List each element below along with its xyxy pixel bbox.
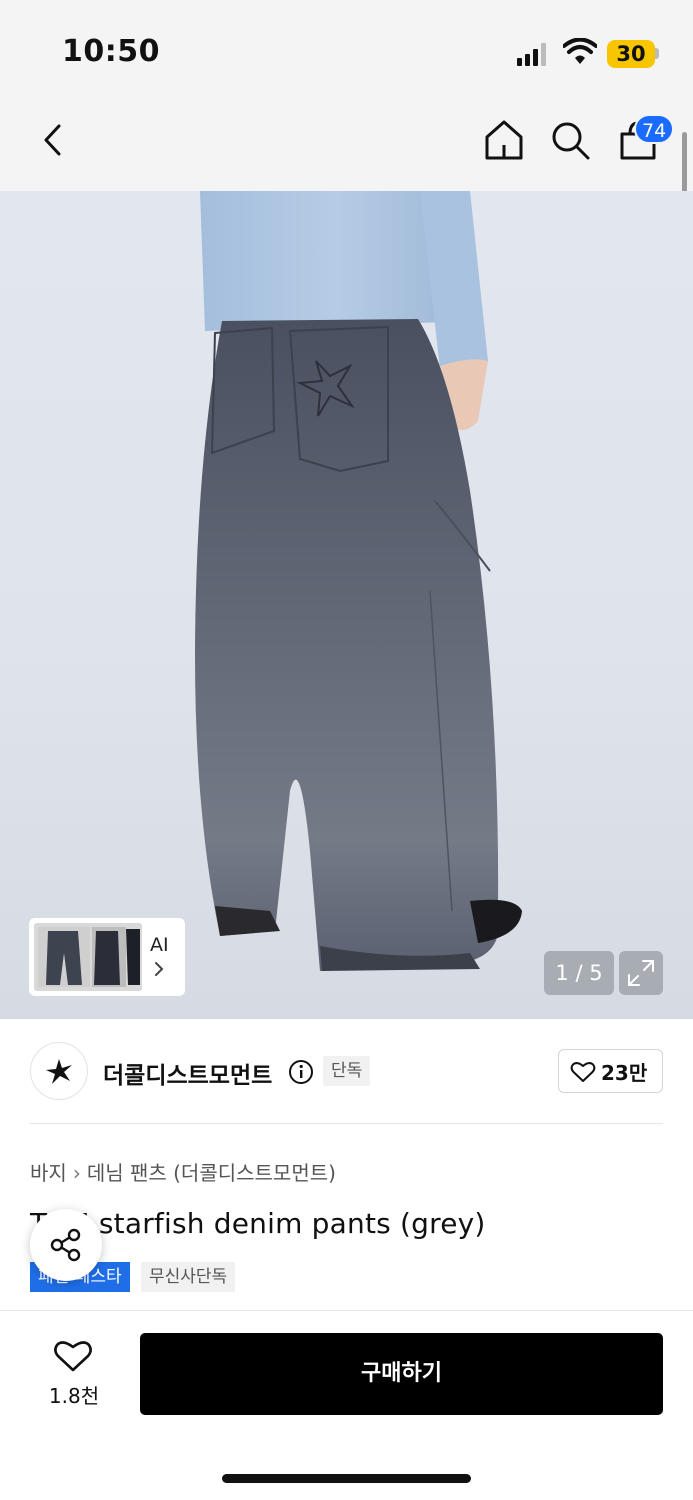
chevron-left-icon[interactable] <box>30 116 78 164</box>
battery-cap <box>655 48 659 59</box>
home-indicator[interactable] <box>222 1474 471 1483</box>
search-icon[interactable] <box>548 118 592 162</box>
ai-similar-thumbnail[interactable] <box>34 923 142 991</box>
heart-icon[interactable] <box>570 1060 596 1084</box>
tag-musinsa-exclusive: 무신사단독 <box>141 1262 236 1292</box>
product-image-gallery[interactable] <box>0 191 693 1019</box>
home-icon[interactable] <box>482 118 526 162</box>
battery-level: 30 <box>616 42 646 66</box>
brand-name[interactable]: 더콜디스트모먼트 <box>103 1056 272 1090</box>
image-pager: 1 / 5 <box>544 951 614 995</box>
expand-button[interactable] <box>619 951 663 995</box>
starfish-logo-icon <box>46 1059 72 1084</box>
share-icon[interactable] <box>48 1227 84 1263</box>
status-bar: 10:50 30 <box>0 0 693 100</box>
divider <box>30 1123 663 1124</box>
breadcrumb-item-denim[interactable]: 데님 팬츠 (더콜디스트모먼트) <box>87 1161 336 1185</box>
ai-label[interactable]: AI <box>150 934 169 956</box>
breadcrumb: 바지 › 데님 팬츠 (더콜디스트모먼트) <box>30 1157 336 1186</box>
brand-logo[interactable] <box>30 1042 88 1100</box>
brand-like-count[interactable]: 23만 <box>601 1057 647 1086</box>
expand-icon <box>628 960 654 986</box>
buy-button[interactable]: 구매하기 <box>140 1333 663 1415</box>
divider <box>0 1310 693 1311</box>
breadcrumb-item-pants[interactable]: 바지 <box>30 1161 67 1185</box>
exclusive-tag: 단독 <box>323 1056 371 1086</box>
wishlist-heart-icon[interactable] <box>53 1338 93 1374</box>
cellular-signal-icon <box>517 42 547 66</box>
cart-count-badge[interactable]: 74 <box>634 114 675 144</box>
wishlist-count[interactable]: 1.8천 <box>44 1380 104 1409</box>
info-icon[interactable] <box>288 1059 314 1085</box>
product-photo <box>195 191 522 971</box>
top-nav-bar <box>0 100 693 191</box>
chevron-right-icon[interactable] <box>152 960 166 978</box>
status-time: 10:50 <box>62 34 160 69</box>
breadcrumb-separator-icon: › <box>72 1161 81 1185</box>
wifi-icon <box>563 38 597 64</box>
